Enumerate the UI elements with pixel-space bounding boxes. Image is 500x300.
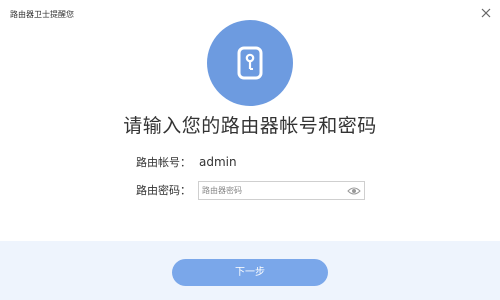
password-label: 路由密码： [136, 184, 191, 197]
account-value: admin [199, 155, 237, 169]
page-heading: 请输入您的路由器帐号和密码 [123, 115, 377, 137]
lock-icon [237, 46, 263, 80]
close-icon [481, 8, 491, 18]
password-field[interactable] [198, 181, 365, 200]
footer-bar: 下一步 [0, 241, 500, 300]
close-button[interactable] [479, 6, 493, 20]
lock-badge [207, 20, 293, 106]
router-login-dialog: 路由器卫士提醒您 请输入您的路由器帐号和密码 路由帐号： admin 路由密码： [0, 0, 500, 300]
account-label: 路由帐号： [136, 156, 191, 169]
next-button[interactable]: 下一步 [172, 259, 328, 286]
eye-icon[interactable] [347, 186, 361, 196]
window-title: 路由器卫士提醒您 [10, 10, 74, 19]
password-input[interactable] [202, 183, 342, 198]
